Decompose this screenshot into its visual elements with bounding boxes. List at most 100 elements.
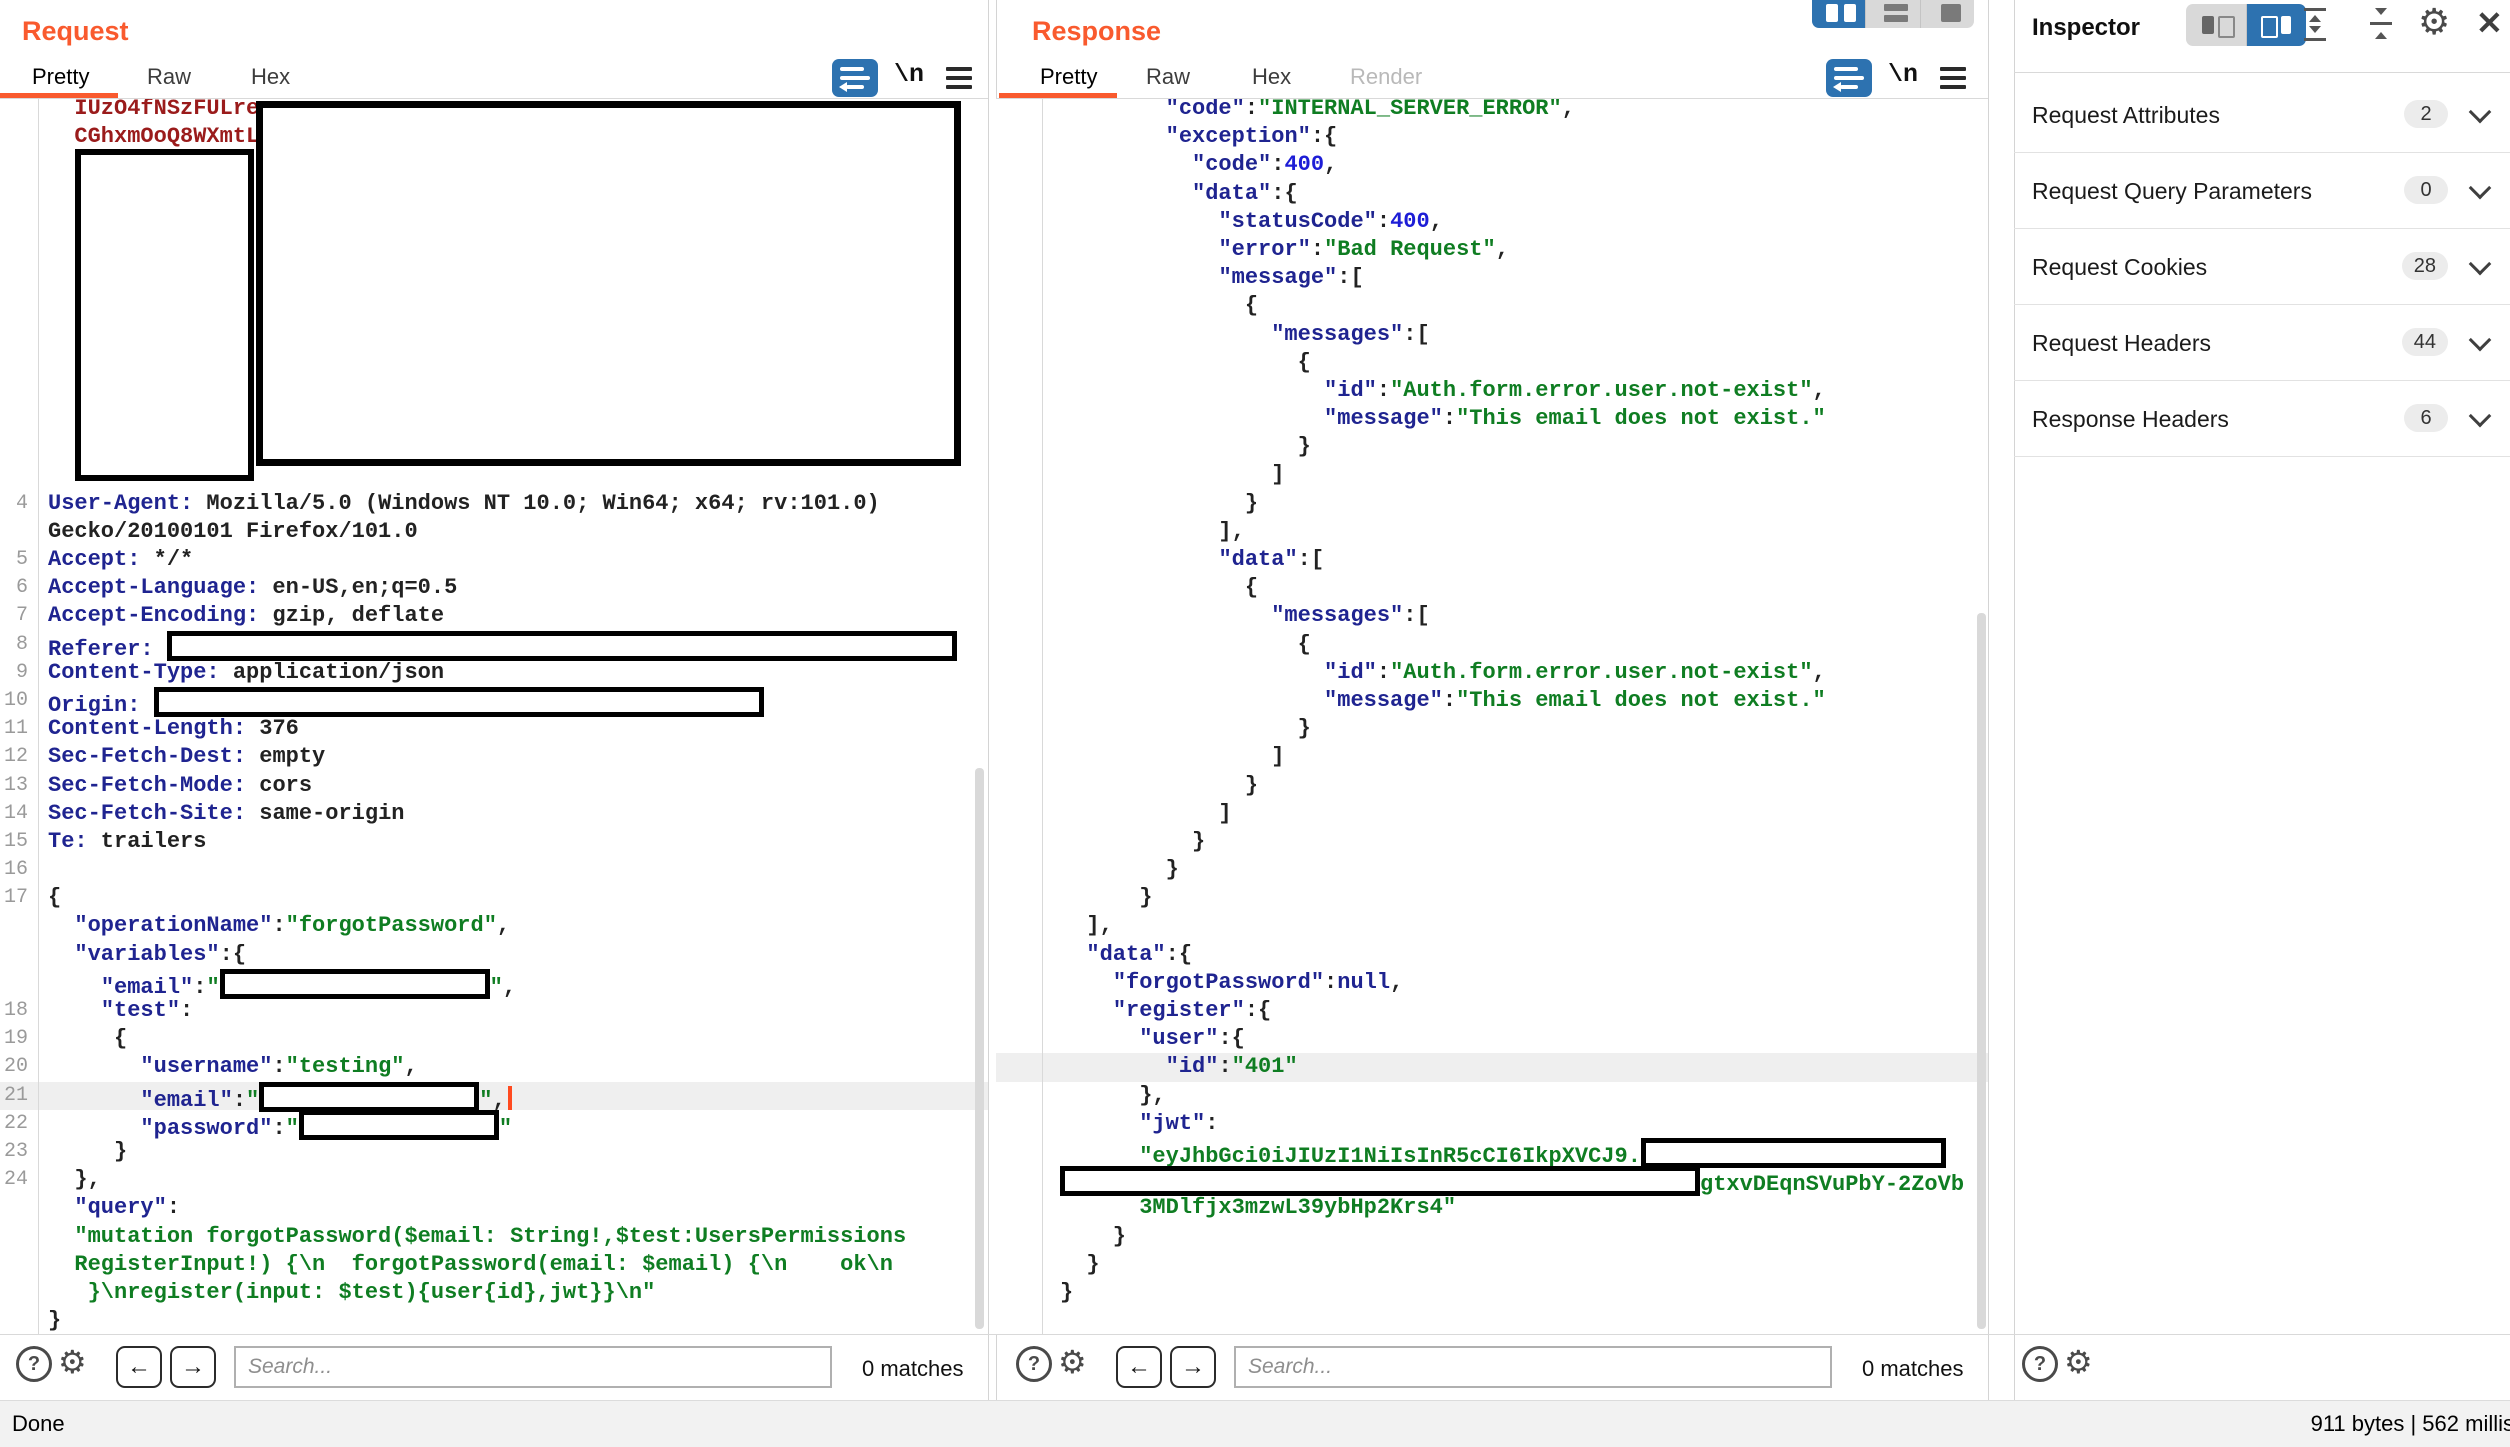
status-bar: Done 911 bytes | 562 millis (0, 1400, 2510, 1447)
inspector-settings-gear-icon[interactable]: ⚙ (2418, 2, 2450, 42)
burp-repeater-screen: { "request": { "title": "Request", "tabs… (0, 0, 2510, 1446)
response-size-time: 911 bytes | 562 millis (2311, 1411, 2510, 1437)
help-icon[interactable]: ? (1016, 1346, 1052, 1382)
request-panel-title: Request (22, 16, 129, 47)
collapse-all-icon[interactable] (2366, 8, 2396, 42)
code-line: "email":"", (0, 969, 988, 997)
columns-icon (1826, 4, 1838, 22)
request-editor[interactable]: IUzO4fNSzFULreq CGhxmOoQ8WXmtL44User-Age… (0, 99, 988, 1334)
code-line: "code":"INTERNAL_SERVER_ERROR", (996, 99, 1988, 123)
previous-match-button[interactable]: ← (116, 1346, 162, 1388)
inspector-close-icon[interactable]: ✕ (2476, 4, 2503, 42)
code-line: "error":"Bad Request", (996, 236, 1988, 264)
redaction-box (220, 969, 490, 999)
code-line: } (996, 1251, 1988, 1279)
code-line: 10Origin: (0, 687, 988, 715)
code-line: } (996, 884, 1988, 912)
inspector-dock-left-button[interactable] (2186, 4, 2246, 46)
next-match-button[interactable]: → (170, 1346, 216, 1388)
return-arrow-icon (1833, 82, 1841, 92)
code-line: "id":"401" (996, 1053, 1988, 1081)
request-scrollbar[interactable] (975, 768, 984, 1329)
word-wrap-toggle-button[interactable] (832, 59, 878, 97)
chevron-down-icon (2469, 405, 2492, 428)
code-line: { (996, 292, 1988, 320)
next-match-button[interactable]: → (1170, 1346, 1216, 1388)
redaction-box (259, 1082, 479, 1112)
request-menu-icon[interactable] (946, 62, 972, 94)
count-badge: 28 (2402, 252, 2448, 280)
code-line: ] (996, 461, 1988, 489)
count-badge: 6 (2404, 404, 2448, 432)
code-line: "code":400, (996, 151, 1988, 179)
response-search-input[interactable] (1234, 1346, 1832, 1388)
code-line: ] (996, 743, 1988, 771)
code-line: 16 (0, 856, 988, 884)
code-line: } (996, 772, 1988, 800)
redaction-box (154, 687, 764, 717)
inspector-section-response-headers[interactable]: Response Headers 6 (2014, 380, 2510, 457)
request-search-toolbar: ? ⚙ ← → 0 matches (0, 1336, 988, 1400)
response-scrollbar[interactable] (1977, 613, 1986, 1329)
inspector-section-request-headers[interactable]: Request Headers 44 (2014, 304, 2510, 381)
previous-match-button[interactable]: ← (1116, 1346, 1162, 1388)
response-tab-pretty[interactable]: Pretty (1040, 64, 1097, 90)
response-tab-render[interactable]: Render (1350, 64, 1422, 90)
redaction-box (167, 631, 957, 661)
code-line: 22 "password":"" (0, 1110, 988, 1138)
request-tab-pretty[interactable]: Pretty (32, 64, 89, 90)
inspector-layout-switcher (2186, 4, 2306, 46)
response-tab-hex[interactable]: Hex (1252, 64, 1291, 90)
search-settings-gear-icon[interactable]: ⚙ (58, 1342, 87, 1382)
code-line: } (996, 715, 1988, 743)
redaction-box (1060, 1166, 1700, 1196)
search-settings-gear-icon[interactable]: ⚙ (2064, 1342, 2093, 1382)
code-line: 24 }, (0, 1166, 988, 1194)
code-line: "user":{ (996, 1025, 1988, 1053)
code-line: 5Accept: */* (0, 546, 988, 574)
inspector-section-request-cookies[interactable]: Request Cookies 28 (2014, 228, 2510, 305)
inspector-section-request-attributes[interactable]: Request Attributes 2 (2014, 76, 2510, 153)
request-tab-raw[interactable]: Raw (147, 64, 191, 90)
layout-single-button[interactable] (1920, 0, 1974, 28)
layout-columns-button[interactable] (1812, 0, 1865, 28)
count-badge: 0 (2404, 176, 2448, 204)
code-line: ], (996, 912, 1988, 940)
code-line: { (996, 574, 1988, 602)
expand-all-icon[interactable] (2300, 8, 2330, 42)
code-line: 17{ (0, 884, 988, 912)
code-line: "jwt": (996, 1110, 1988, 1138)
code-line: "messages":[ (996, 602, 1988, 630)
request-panel: Request Pretty Raw Hex \n IUzO4fNSzFULre… (0, 0, 988, 1334)
code-line: "message":[ (996, 264, 1988, 292)
code-line: } (996, 856, 1988, 884)
show-newlines-toggle[interactable]: \n (894, 60, 924, 89)
redaction-box (75, 149, 254, 481)
code-line: RegisterInput!) {\n forgotPassword(email… (0, 1251, 988, 1279)
redaction-box (299, 1110, 499, 1140)
layout-rows-button[interactable] (1865, 0, 1919, 28)
inspector-dock-right-button[interactable] (2246, 4, 2307, 46)
request-tab-hex[interactable]: Hex (251, 64, 290, 90)
code-line: "register":{ (996, 997, 1988, 1025)
inspector-section-request-query-parameters[interactable]: Request Query Parameters 0 (2014, 152, 2510, 229)
code-line: } (996, 1279, 1988, 1307)
response-tab-raw[interactable]: Raw (1146, 64, 1190, 90)
chevron-down-icon (2469, 329, 2492, 352)
request-match-count: 0 matches (862, 1356, 964, 1382)
help-icon[interactable]: ? (16, 1346, 52, 1382)
show-newlines-toggle[interactable]: \n (1888, 60, 1918, 89)
request-search-input[interactable] (234, 1346, 832, 1388)
code-line: gtxvDEqnSVuPbY-2ZoVb (996, 1166, 1988, 1194)
search-settings-gear-icon[interactable]: ⚙ (1058, 1342, 1087, 1382)
response-panel-title: Response (1032, 16, 1161, 47)
code-line: "statusCode":400, (996, 208, 1988, 236)
chevron-down-icon (2469, 177, 2492, 200)
response-editor[interactable]: "code":"INTERNAL_SERVER_ERROR", "excepti… (996, 99, 1988, 1334)
help-icon[interactable]: ? (2022, 1346, 2058, 1382)
response-menu-icon[interactable] (1940, 62, 1966, 94)
code-line: 8Referer: (0, 631, 988, 659)
word-wrap-toggle-button[interactable] (1826, 59, 1872, 97)
code-line: ] (996, 800, 1988, 828)
code-line: "data":[ (996, 546, 1988, 574)
